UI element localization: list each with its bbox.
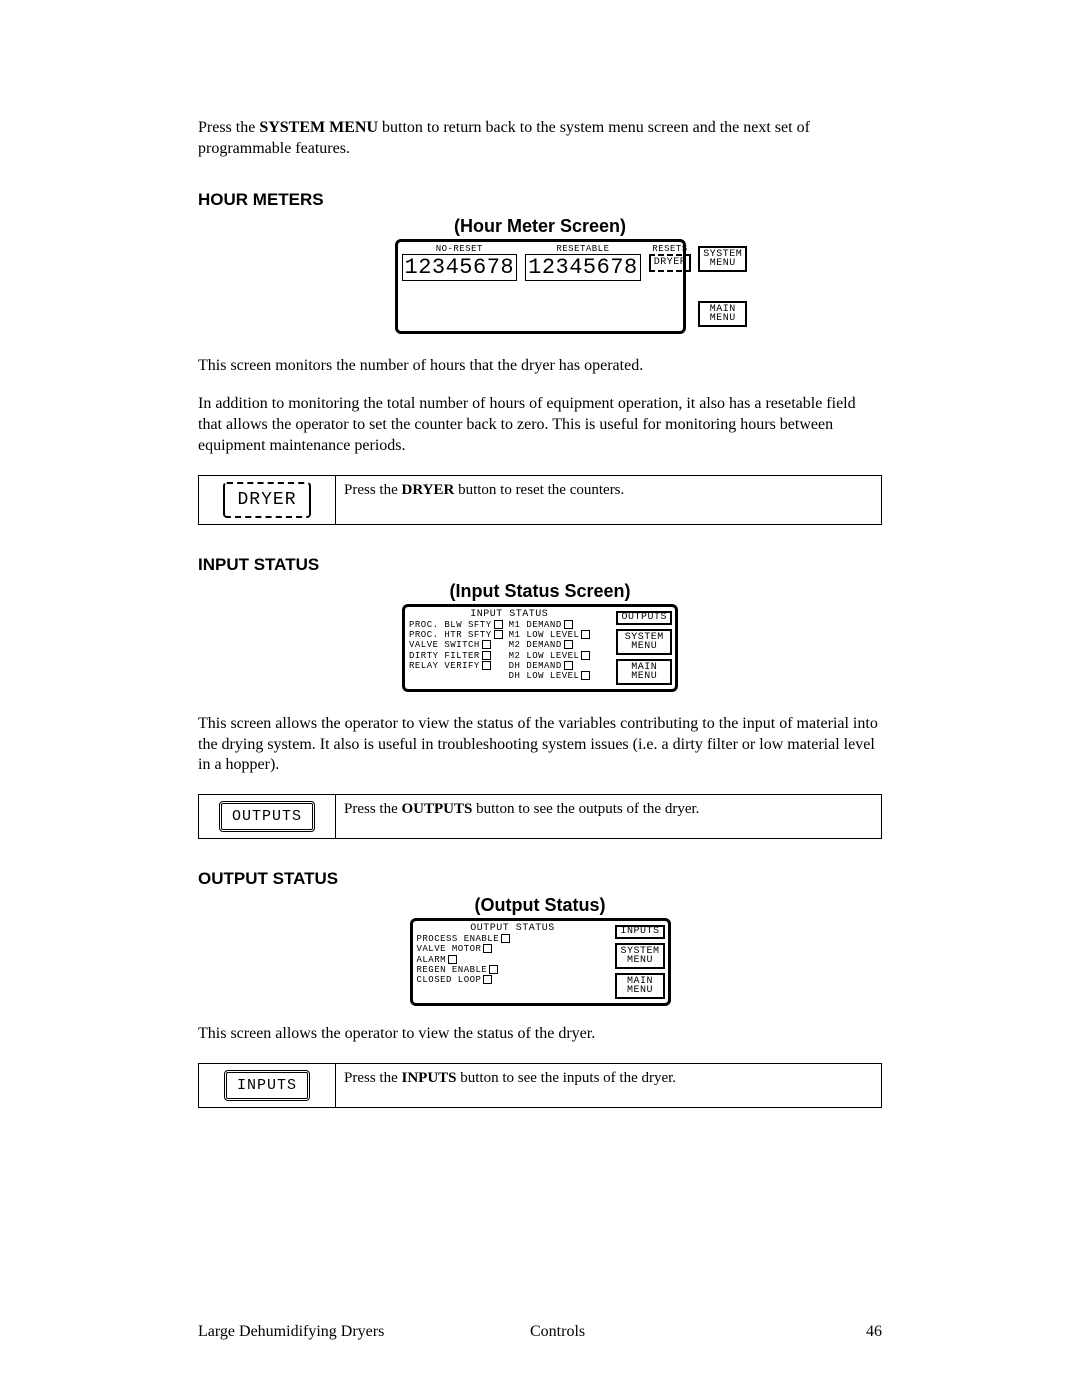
output-status-para: This screen allows the operator to view … [198, 1024, 882, 1045]
input-left-1: PROC. HTR SFTY [409, 630, 503, 640]
outputs-instruction-box: OUTPUTS Press the OUTPUTS button to see … [198, 794, 882, 839]
input-right-5: DH LOW LEVEL [509, 671, 591, 681]
dryer-instr-pre: Press the [344, 482, 402, 498]
output-item-3: REGEN ENABLE [417, 965, 609, 975]
dryer-instr-post: button to reset the counters. [454, 482, 624, 498]
input-left-2: VALVE SWITCH [409, 640, 503, 650]
input-right-0: M1 DEMAND [509, 620, 591, 630]
output-item-4: CLOSED LOOP [417, 975, 609, 985]
dryer-reset-button[interactable]: DRYER [649, 254, 692, 272]
outputs-instr-post: button to see the outputs of the dryer. [472, 801, 699, 817]
output-item-0: PROCESS ENABLE [417, 934, 609, 944]
input-left-4: RELAY VERIFY [409, 661, 503, 671]
output-status-caption: (Output Status) [198, 895, 882, 916]
label-no-reset: NO-RESET [402, 244, 518, 254]
system-menu-button-3[interactable]: SYSTEM MENU [615, 943, 664, 969]
hour-meters-para2: In addition to monitoring the total numb… [198, 394, 882, 456]
label-resets: RESETS [649, 244, 692, 254]
footer-page: 46 [822, 1323, 882, 1341]
input-status-screen: INPUT STATUS PROC. BLW SFTY PROC. HTR SF… [402, 604, 678, 692]
input-status-heading: INPUT STATUS [198, 555, 882, 575]
output-status-heading: OUTPUT STATUS [198, 869, 882, 889]
dryer-instr-bold: DRYER [402, 482, 455, 498]
input-status-caption: (Input Status Screen) [198, 581, 882, 602]
input-right-4: DH DEMAND [509, 661, 591, 671]
label-resetable: RESETABLE [525, 244, 641, 254]
system-menu-button[interactable]: SYSTEM MENU [698, 246, 747, 272]
hour-meters-heading: HOUR METERS [198, 190, 882, 210]
hour-meter-screen: NO-RESET 12345678 RESETABLE 12345678 RES… [395, 239, 686, 334]
outputs-instr-bold: OUTPUTS [402, 801, 473, 817]
intro-paragraph: Press the SYSTEM MENU button to return b… [198, 118, 882, 160]
hour-meters-para1: This screen monitors the number of hours… [198, 356, 882, 377]
input-status-title: INPUT STATUS [409, 609, 609, 620]
outputs-button-icon[interactable]: OUTPUTS [219, 801, 315, 832]
counter-no-reset: 12345678 [402, 254, 518, 281]
input-right-3: M2 LOW LEVEL [509, 651, 591, 661]
inputs-button[interactable]: INPUTS [615, 925, 664, 939]
input-left-0: PROC. BLW SFTY [409, 620, 503, 630]
input-left-col: PROC. BLW SFTY PROC. HTR SFTY VALVE SWIT… [409, 620, 503, 682]
input-status-para: This screen allows the operator to view … [198, 714, 882, 776]
counter-resetable: 12345678 [525, 254, 641, 281]
output-item-1: VALVE MOTOR [417, 944, 609, 954]
inputs-instr-post: button to see the inputs of the dryer. [457, 1070, 677, 1086]
page-footer: Large Dehumidifying Dryers Controls 46 [198, 1323, 882, 1341]
dryer-instruction-box: DRYER Press the DRYER button to reset th… [198, 475, 882, 525]
outputs-button[interactable]: OUTPUTS [616, 611, 672, 625]
footer-left: Large Dehumidifying Dryers [198, 1323, 490, 1341]
output-item-2: ALARM [417, 955, 609, 965]
inputs-button-icon[interactable]: INPUTS [224, 1070, 310, 1101]
output-status-screen: OUTPUT STATUS PROCESS ENABLE VALVE MOTOR… [410, 918, 671, 1006]
main-menu-button-2[interactable]: MAIN MENU [616, 659, 672, 685]
input-right-1: M1 LOW LEVEL [509, 630, 591, 640]
main-menu-button[interactable]: MAIN MENU [698, 301, 747, 327]
input-left-3: DIRTY FILTER [409, 651, 503, 661]
inputs-instr-pre: Press the [344, 1070, 402, 1086]
output-status-title: OUTPUT STATUS [417, 923, 609, 934]
dryer-button-icon[interactable]: DRYER [223, 482, 310, 518]
intro-pre: Press the [198, 119, 259, 136]
hour-meter-caption: (Hour Meter Screen) [198, 216, 882, 237]
system-menu-button-2[interactable]: SYSTEM MENU [616, 629, 672, 655]
inputs-instruction-box: INPUTS Press the INPUTS button to see th… [198, 1063, 882, 1108]
inputs-instr-bold: INPUTS [402, 1070, 457, 1086]
footer-center: Controls [490, 1323, 822, 1341]
input-right-col: M1 DEMAND M1 LOW LEVEL M2 DEMAND M2 LOW … [509, 620, 591, 682]
main-menu-button-3[interactable]: MAIN MENU [615, 973, 664, 999]
intro-bold: SYSTEM MENU [259, 119, 378, 136]
outputs-instr-pre: Press the [344, 801, 402, 817]
input-right-2: M2 DEMAND [509, 640, 591, 650]
